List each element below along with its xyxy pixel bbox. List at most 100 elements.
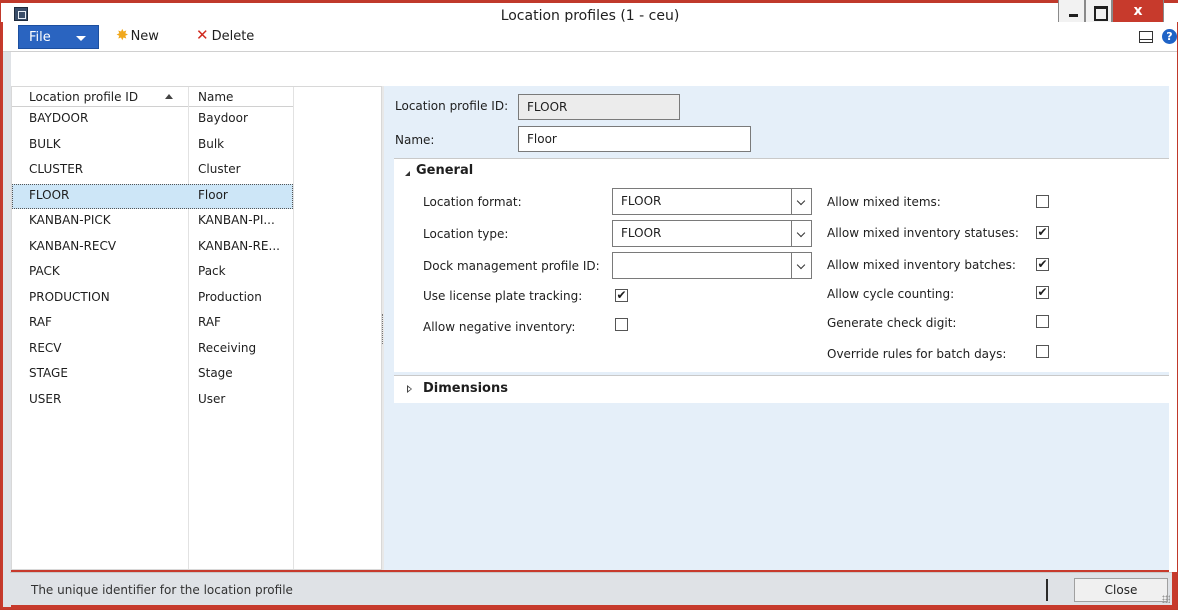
book-icon[interactable] xyxy=(1139,31,1153,43)
list-row[interactable]: FLOOR Floor xyxy=(12,183,293,209)
content-background xyxy=(3,52,1177,86)
list-row[interactable]: RECV Receiving xyxy=(12,337,293,362)
dimensions-title[interactable]: Dimensions xyxy=(423,381,508,396)
minimize-button[interactable] xyxy=(1058,0,1085,24)
allow-mixed-batches-label: Allow mixed inventory batches: xyxy=(827,258,1016,272)
new-label: New xyxy=(130,29,159,44)
cell-name: RAF xyxy=(198,315,221,329)
cell-name: Floor xyxy=(198,187,228,202)
cell-location-profile-id: RAF xyxy=(29,315,52,329)
override-batch-days-checkbox[interactable] xyxy=(1036,345,1049,358)
cell-name: Bulk xyxy=(198,136,225,151)
new-button[interactable]: ✸ New xyxy=(116,26,159,45)
use-license-plate-checkbox[interactable]: ✔ xyxy=(615,289,628,302)
sort-ascending-icon xyxy=(165,94,173,99)
location-format-select[interactable]: FLOOR xyxy=(612,188,812,215)
list-row[interactable]: BULK Bulk xyxy=(12,133,293,158)
right-edge xyxy=(1169,52,1177,572)
allow-cycle-counting-label: Allow cycle counting: xyxy=(827,287,955,301)
cell-location-profile-id: BULK xyxy=(29,136,61,151)
list-row[interactable]: CLUSTER Cluster xyxy=(12,158,293,183)
help-icon[interactable]: ? xyxy=(1162,29,1177,44)
chevron-down-icon xyxy=(76,36,86,41)
title-bar: Location profiles (1 - ceu) x xyxy=(1,0,1178,24)
delete-label: Delete xyxy=(211,29,255,44)
expand-triangle-icon[interactable] xyxy=(407,385,412,393)
allow-mixed-statuses-checkbox[interactable]: ✔ xyxy=(1036,226,1049,239)
cell-location-profile-id: USER xyxy=(29,391,62,406)
status-text: The unique identifier for the location p… xyxy=(31,583,293,597)
location-type-label: Location type: xyxy=(423,227,509,241)
list-row[interactable]: BAYDOOR Baydoor xyxy=(12,107,293,132)
list-header: Location profile ID Name xyxy=(12,87,293,107)
left-edge xyxy=(3,52,11,607)
collapse-triangle-icon[interactable] xyxy=(405,171,410,176)
list-row[interactable]: KANBAN-PICK KANBAN-PI... xyxy=(12,209,293,234)
list-row[interactable]: KANBAN-RECV KANBAN-RE... xyxy=(12,235,293,260)
dock-profile-label: Dock management profile ID: xyxy=(423,259,600,273)
column-separator xyxy=(293,87,294,569)
file-label: File xyxy=(29,30,51,45)
window-frame: Location profiles (1 - ceu) x File ✸ New … xyxy=(0,0,1178,610)
generate-check-digit-checkbox[interactable] xyxy=(1036,315,1049,328)
column-header-id[interactable]: Location profile ID xyxy=(29,90,138,104)
chevron-down-icon[interactable] xyxy=(791,221,811,246)
name-label: Name: xyxy=(395,133,435,147)
profile-id-field[interactable]: FLOOR xyxy=(518,94,680,120)
action-pane: File ✸ New ✕ Delete ? xyxy=(3,22,1177,52)
delete-button[interactable]: ✕ Delete xyxy=(196,26,255,45)
cell-location-profile-id: FLOOR xyxy=(29,187,70,202)
cell-name: Receiving xyxy=(198,340,257,355)
cell-name: Pack xyxy=(198,264,226,278)
cell-name: Cluster xyxy=(198,162,241,176)
allow-mixed-items-label: Allow mixed items: xyxy=(827,195,941,209)
allow-mixed-batches-checkbox[interactable]: ✔ xyxy=(1036,258,1049,271)
maximize-button[interactable] xyxy=(1085,0,1112,24)
name-field[interactable]: Floor xyxy=(518,126,751,152)
general-title[interactable]: General xyxy=(416,163,473,178)
general-fasttab: General Location format: FLOOR Location … xyxy=(394,158,1169,372)
cell-name: Production xyxy=(198,289,262,304)
dock-profile-select[interactable] xyxy=(612,252,812,279)
resize-grip-icon[interactable] xyxy=(1162,595,1170,603)
cell-name: User xyxy=(198,391,226,406)
cell-location-profile-id: BAYDOOR xyxy=(29,111,89,125)
chevron-down-icon[interactable] xyxy=(791,189,811,214)
allow-cycle-counting-checkbox[interactable]: ✔ xyxy=(1036,286,1049,299)
file-menu-button[interactable]: File xyxy=(18,25,99,49)
cell-name: KANBAN-RE... xyxy=(198,238,280,253)
override-batch-days-label: Override rules for batch days: xyxy=(827,347,1007,361)
location-format-label: Location format: xyxy=(423,195,522,209)
cell-name: Stage xyxy=(198,366,233,380)
dimensions-fasttab: Dimensions xyxy=(394,375,1169,403)
window-close-button[interactable]: x xyxy=(1112,0,1164,24)
cell-location-profile-id: STAGE xyxy=(29,366,68,380)
cell-name: Baydoor xyxy=(198,111,248,125)
cell-name: KANBAN-PI... xyxy=(198,213,275,227)
cell-location-profile-id: CLUSTER xyxy=(29,162,84,176)
close-button[interactable]: Close xyxy=(1074,578,1168,602)
list-row[interactable]: PACK Pack xyxy=(12,260,293,285)
allow-negative-checkbox[interactable] xyxy=(615,318,628,331)
cell-location-profile-id: PRODUCTION xyxy=(29,289,110,304)
list-row[interactable]: PRODUCTION Production xyxy=(12,286,293,311)
cell-location-profile-id: RECV xyxy=(29,340,62,355)
location-format-value: FLOOR xyxy=(621,194,662,208)
generate-check-digit-label: Generate check digit: xyxy=(827,316,957,330)
list-row[interactable]: STAGE Stage xyxy=(12,362,293,387)
column-header-name[interactable]: Name xyxy=(198,90,233,104)
use-license-plate-label: Use license plate tracking: xyxy=(423,289,583,303)
location-type-select[interactable]: FLOOR xyxy=(612,220,812,247)
profile-id-label: Location profile ID: xyxy=(395,99,509,113)
new-star-icon: ✸ xyxy=(116,26,129,44)
delete-x-icon: ✕ xyxy=(196,26,209,44)
chevron-down-icon[interactable] xyxy=(791,253,811,278)
list-row[interactable]: RAF RAF xyxy=(12,311,293,336)
allow-mixed-items-checkbox[interactable] xyxy=(1036,195,1049,208)
allow-negative-label: Allow negative inventory: xyxy=(423,320,576,334)
location-type-value: FLOOR xyxy=(621,226,662,240)
location-profile-list: Location profile ID Name BAYDOOR Baydoor B… xyxy=(11,86,382,570)
status-divider xyxy=(1046,579,1048,601)
allow-mixed-statuses-label: Allow mixed inventory statuses: xyxy=(827,226,1019,240)
list-row[interactable]: USER User xyxy=(12,388,293,413)
